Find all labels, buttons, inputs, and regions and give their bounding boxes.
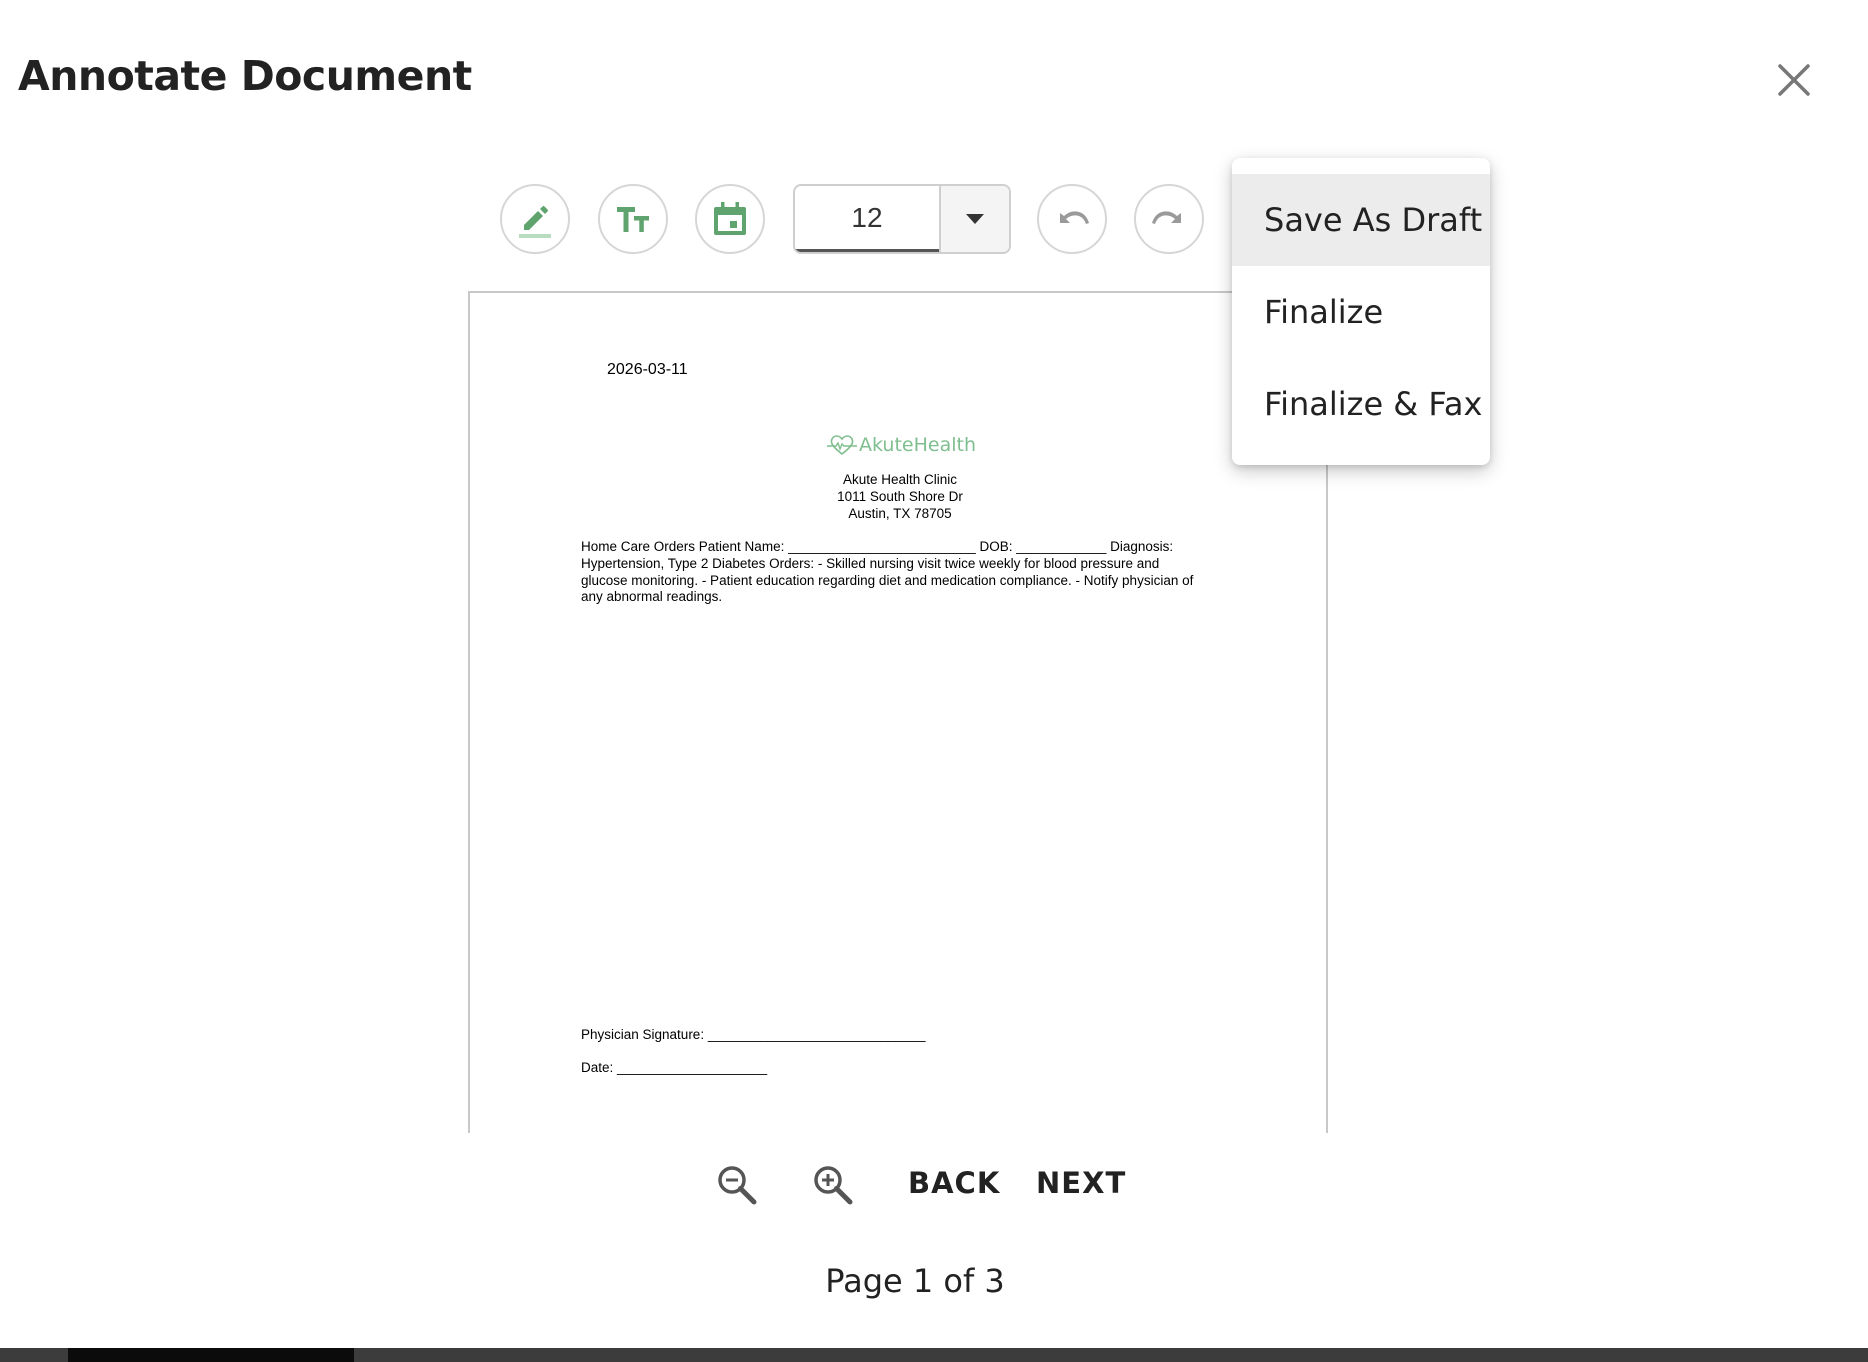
draw-tool-button[interactable]: [500, 184, 570, 254]
next-button[interactable]: NEXT: [1036, 1166, 1126, 1200]
zoom-in-icon: [814, 1166, 853, 1205]
physician-signature-line: Physician Signature: ___________________…: [581, 1027, 926, 1042]
document-date: 2026-03-11: [607, 361, 688, 378]
menu-item-finalize-and-fax[interactable]: Finalize & Fax: [1232, 358, 1490, 450]
zoom-in-button[interactable]: [810, 1162, 856, 1208]
clinic-address-line1: 1011 South Shore Dr: [837, 489, 963, 504]
redo-button[interactable]: [1134, 184, 1204, 254]
clinic-name: Akute Health Clinic: [842, 472, 958, 487]
heart-pulse-icon: [827, 435, 857, 456]
text-size-icon: [617, 207, 649, 232]
undo-icon: [1060, 211, 1089, 224]
undo-button[interactable]: [1037, 184, 1107, 254]
menu-item-finalize[interactable]: Finalize: [1232, 266, 1490, 358]
caret-down-icon: [966, 214, 984, 224]
save-options-menu: Save As Draft Finalize Finalize & Fax: [1232, 158, 1490, 465]
clinic-logo: AkuteHealth: [827, 433, 976, 457]
body-line: Home Care Orders Patient Name: _________…: [581, 539, 1174, 554]
date-tool-button[interactable]: [695, 184, 765, 254]
pencil-icon: [519, 206, 551, 238]
page-indicator: Page 1 of 3: [825, 1262, 1005, 1300]
font-size-dropdown-button[interactable]: [939, 186, 1009, 252]
document-page[interactable]: 2026-03-11 AkuteHealth Akute Health Clin…: [468, 291, 1328, 1133]
scrollbar-thumb[interactable]: [68, 1348, 354, 1362]
document-body: Home Care Orders Patient Name: _________…: [581, 539, 1231, 606]
signature-date-line: Date: ____________________: [581, 1060, 768, 1075]
close-icon[interactable]: [1772, 58, 1816, 102]
redo-icon: [1152, 211, 1181, 224]
calendar-icon: [714, 202, 746, 235]
logo-text: AkuteHealth: [859, 434, 976, 456]
menu-item-save-as-draft[interactable]: Save As Draft: [1232, 174, 1490, 266]
body-line: any abnormal readings.: [581, 589, 723, 605]
zoom-out-icon: [718, 1166, 757, 1205]
zoom-out-button[interactable]: [714, 1162, 760, 1208]
body-line: glucose monitoring. - Patient education …: [581, 572, 1194, 588]
body-line: Hypertension, Type 2 Diabetes Orders: - …: [581, 555, 1160, 571]
clinic-address-line2: Austin, TX 78705: [848, 506, 952, 521]
bottom-scrollbar[interactable]: [0, 1348, 1868, 1362]
font-size-select[interactable]: 12: [793, 184, 1011, 254]
annotate-document-dialog: Annotate Document 12 2026-03-11 AkuteHea…: [0, 0, 1868, 1362]
font-size-value[interactable]: 12: [795, 186, 939, 252]
back-button[interactable]: BACK: [908, 1166, 1000, 1200]
dialog-title: Annotate Document: [18, 52, 472, 100]
text-tool-button[interactable]: [598, 184, 668, 254]
